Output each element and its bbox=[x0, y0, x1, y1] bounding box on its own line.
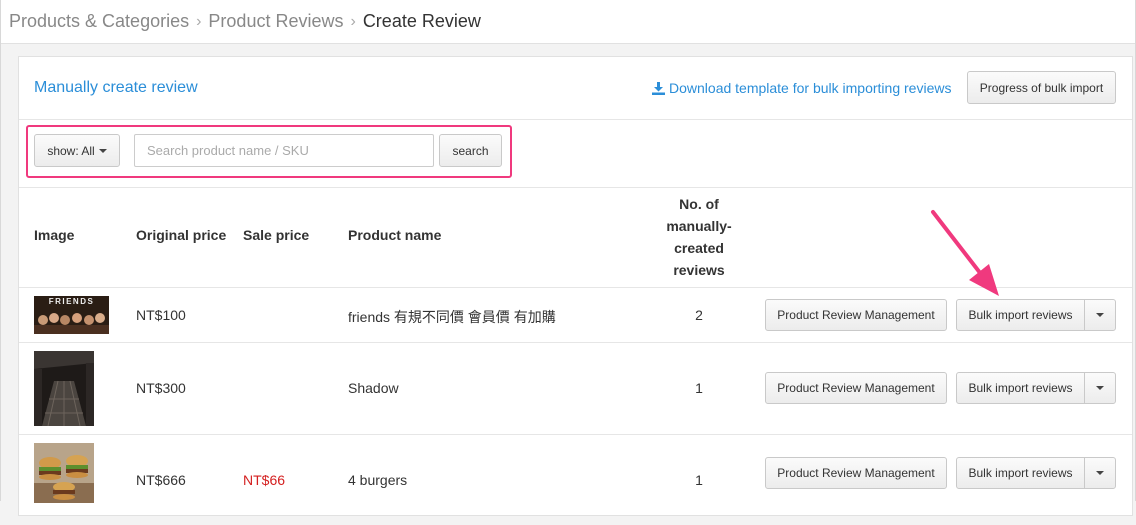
show-filter-dropdown[interactable]: show: All bbox=[34, 134, 120, 167]
caret-down-icon bbox=[1096, 313, 1104, 317]
panel-header: Manually create review Download template… bbox=[19, 57, 1132, 120]
breadcrumb: Products & Categories › Product Reviews … bbox=[1, 0, 1135, 44]
bulk-import-reviews-button[interactable]: Bulk import reviews bbox=[956, 299, 1085, 331]
breadcrumb-current: Create Review bbox=[362, 11, 481, 31]
progress-bulk-import-button[interactable]: Progress of bulk import bbox=[967, 71, 1116, 104]
header-review-count: No. of manually- created reviews bbox=[649, 193, 749, 281]
download-icon bbox=[652, 81, 665, 95]
filter-bar: show: All search bbox=[19, 119, 1132, 188]
caret-down-icon bbox=[1096, 386, 1104, 390]
product-review-management-button[interactable]: Product Review Management bbox=[765, 372, 947, 404]
svg-text:FRIENDS: FRIENDS bbox=[49, 297, 95, 306]
bulk-import-dropdown-toggle[interactable] bbox=[1084, 299, 1116, 331]
product-thumbnail[interactable] bbox=[34, 351, 94, 426]
review-count: 2 bbox=[695, 307, 703, 323]
product-name[interactable]: Shadow bbox=[348, 380, 399, 396]
bulk-import-reviews-button[interactable]: Bulk import reviews bbox=[956, 372, 1085, 404]
chevron-right-icon: › bbox=[196, 12, 202, 30]
header-sale-price: Sale price bbox=[243, 227, 310, 243]
header-count-line: No. of bbox=[679, 196, 719, 212]
review-panel: Manually create review Download template… bbox=[18, 56, 1133, 516]
product-thumbnail[interactable]: FRIENDS bbox=[34, 296, 109, 334]
table-header: Image Original price Sale price Product … bbox=[19, 187, 1132, 288]
header-count-line: manually- bbox=[666, 218, 732, 234]
show-filter-label: show: All bbox=[47, 143, 95, 158]
download-template-link[interactable]: Download template for bulk importing rev… bbox=[652, 80, 951, 96]
product-name[interactable]: 4 burgers bbox=[348, 472, 407, 488]
download-template-label: Download template for bulk importing rev… bbox=[669, 80, 952, 96]
chevron-right-icon: › bbox=[350, 12, 356, 30]
sale-price: NT$66 bbox=[243, 472, 286, 488]
product-review-management-button[interactable]: Product Review Management bbox=[765, 299, 947, 331]
table-row: NT$666 NT$66 4 burgers 1 Product Review … bbox=[19, 435, 1132, 525]
header-count-line: created bbox=[674, 240, 724, 256]
original-price: NT$100 bbox=[136, 307, 186, 323]
friends-image: FRIENDS bbox=[34, 296, 109, 334]
burgers-image bbox=[34, 443, 94, 503]
bulk-import-dropdown-toggle[interactable] bbox=[1084, 372, 1116, 404]
shadow-image bbox=[34, 351, 94, 426]
header-product-name: Product name bbox=[348, 227, 442, 243]
header-original-price: Original price bbox=[136, 227, 227, 243]
search-button[interactable]: search bbox=[439, 134, 502, 167]
header-image: Image bbox=[34, 227, 75, 243]
bulk-import-reviews-button[interactable]: Bulk import reviews bbox=[956, 457, 1085, 489]
breadcrumb-products-categories[interactable]: Products & Categories bbox=[9, 11, 189, 32]
product-thumbnail[interactable] bbox=[34, 443, 94, 503]
breadcrumb-product-reviews[interactable]: Product Reviews bbox=[208, 11, 343, 32]
review-count: 1 bbox=[695, 380, 703, 396]
product-name[interactable]: friends 有規不同價 會員價 有加購 bbox=[348, 307, 556, 327]
search-input[interactable] bbox=[134, 134, 434, 167]
panel-title[interactable]: Manually create review bbox=[34, 79, 198, 97]
header-count-line: reviews bbox=[673, 262, 725, 278]
table-row: NT$300 Shadow 1 Product Review Managemen… bbox=[19, 343, 1132, 435]
caret-down-icon bbox=[1096, 471, 1104, 475]
original-price: NT$666 bbox=[136, 472, 186, 488]
table-row: FRIENDS NT$100 friends 有規不同價 會員價 有加購 2 P… bbox=[19, 288, 1132, 343]
bulk-import-dropdown-toggle[interactable] bbox=[1084, 457, 1116, 489]
review-count: 1 bbox=[695, 472, 703, 488]
caret-down-icon bbox=[98, 148, 107, 153]
original-price: NT$300 bbox=[136, 380, 186, 396]
product-review-management-button[interactable]: Product Review Management bbox=[765, 457, 947, 489]
